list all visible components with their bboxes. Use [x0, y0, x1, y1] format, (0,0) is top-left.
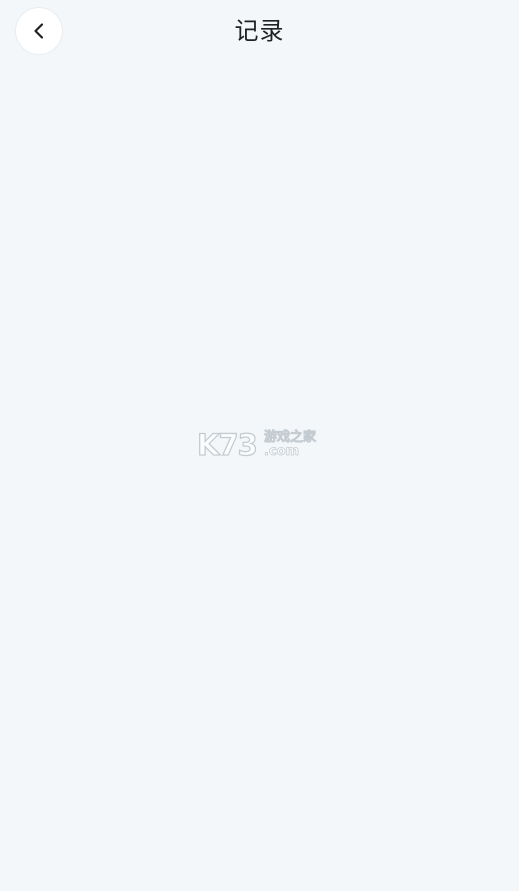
- top-header: 记录: [0, 0, 519, 62]
- watermark-domain: .com: [264, 444, 300, 460]
- watermark-subtitle: 游戏之家: [264, 430, 317, 446]
- k73-watermark: K73 游戏之家 .com: [196, 428, 323, 462]
- watermark-brand: K73: [196, 428, 258, 462]
- page-title: 记录: [234, 17, 285, 45]
